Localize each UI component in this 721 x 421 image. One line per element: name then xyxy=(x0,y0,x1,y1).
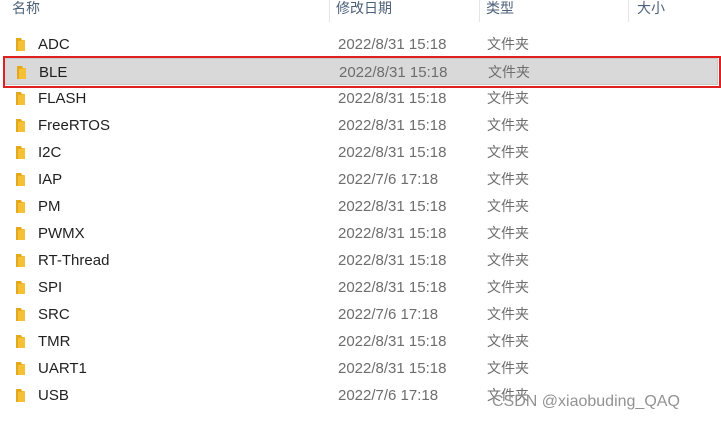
file-row[interactable]: UART1 2022/8/31 15:18 文件夹 xyxy=(4,355,718,382)
folder-icon xyxy=(16,389,25,402)
file-date-modified: 2022/7/6 17:18 xyxy=(338,387,439,404)
file-date-modified: 2022/8/31 15:18 xyxy=(338,90,447,107)
file-date-modified: 2022/8/31 15:18 xyxy=(338,225,447,242)
file-type: 文件夹 xyxy=(487,252,529,268)
file-type: 文件夹 xyxy=(488,64,530,80)
file-name[interactable]: ADC xyxy=(38,36,70,53)
file-row[interactable]: SPI 2022/8/31 15:18 文件夹 xyxy=(4,274,718,301)
folder-icon xyxy=(16,119,25,132)
file-type: 文件夹 xyxy=(487,36,529,52)
column-header-size[interactable]: 大小 xyxy=(628,0,721,22)
file-date-modified: 2022/8/31 15:18 xyxy=(338,333,447,350)
file-date-modified: 2022/8/31 15:18 xyxy=(338,198,447,215)
folder-icon xyxy=(16,200,25,213)
file-name[interactable]: PWMX xyxy=(38,225,85,242)
file-row[interactable]: SRC 2022/7/6 17:18 文件夹 xyxy=(4,301,718,328)
file-row[interactable]: TMR 2022/8/31 15:18 文件夹 xyxy=(4,328,718,355)
file-type: 文件夹 xyxy=(487,225,529,241)
file-name[interactable]: IAP xyxy=(38,171,62,188)
file-name[interactable]: PM xyxy=(38,198,61,215)
file-row[interactable]: PWMX 2022/8/31 15:18 文件夹 xyxy=(4,220,718,247)
file-name[interactable]: FLASH xyxy=(38,90,86,107)
file-date-modified: 2022/8/31 15:18 xyxy=(338,360,447,377)
file-type: 文件夹 xyxy=(487,171,529,187)
folder-icon xyxy=(16,281,25,294)
file-type: 文件夹 xyxy=(487,198,529,214)
file-date-modified: 2022/8/31 15:18 xyxy=(338,117,447,134)
file-name[interactable]: UART1 xyxy=(38,360,87,377)
file-type: 文件夹 xyxy=(487,306,529,322)
file-row[interactable]: FLASH 2022/8/31 15:18 文件夹 xyxy=(4,85,718,112)
file-type: 文件夹 xyxy=(487,117,529,133)
file-name[interactable]: USB xyxy=(38,387,69,404)
file-type: 文件夹 xyxy=(487,279,529,295)
file-row[interactable]: ADC 2022/8/31 15:18 文件夹 xyxy=(4,31,718,58)
file-row[interactable]: FreeRTOS 2022/8/31 15:18 文件夹 xyxy=(4,112,718,139)
file-date-modified: 2022/7/6 17:18 xyxy=(338,306,439,323)
column-header-type[interactable]: 类型 xyxy=(479,0,628,22)
column-header-bar: 名称 修改日期 类型 大小 xyxy=(0,0,721,22)
folder-icon xyxy=(16,92,25,105)
column-header-name[interactable]: 名称 xyxy=(4,0,328,22)
folder-icon xyxy=(17,66,26,79)
file-row[interactable]: I2C 2022/8/31 15:18 文件夹 xyxy=(4,139,718,166)
folder-icon xyxy=(16,362,25,375)
file-row[interactable]: USB 2022/7/6 17:18 文件夹 xyxy=(4,382,718,409)
file-type: 文件夹 xyxy=(487,333,529,349)
file-date-modified: 2022/8/31 15:18 xyxy=(338,36,447,53)
file-date-modified: 2022/8/31 15:18 xyxy=(338,279,447,296)
file-name[interactable]: SPI xyxy=(38,279,62,296)
file-name[interactable]: SRC xyxy=(38,306,70,323)
column-header-date-modified[interactable]: 修改日期 xyxy=(329,0,479,22)
file-type: 文件夹 xyxy=(487,360,529,376)
file-row[interactable]: PM 2022/8/31 15:18 文件夹 xyxy=(4,193,718,220)
folder-icon xyxy=(16,254,25,267)
folder-icon xyxy=(16,308,25,321)
file-name[interactable]: FreeRTOS xyxy=(38,117,110,134)
file-name[interactable]: RT-Thread xyxy=(38,252,109,269)
file-date-modified: 2022/8/31 15:18 xyxy=(338,252,447,269)
file-name[interactable]: I2C xyxy=(38,144,61,161)
file-row[interactable]: BLE 2022/8/31 15:18 文件夹 xyxy=(4,58,718,85)
file-type: 文件夹 xyxy=(487,90,529,106)
file-name[interactable]: BLE xyxy=(39,64,67,81)
folder-icon xyxy=(16,173,25,186)
file-type: 文件夹 xyxy=(487,387,529,403)
folder-icon xyxy=(16,38,25,51)
folder-icon xyxy=(16,227,25,240)
file-date-modified: 2022/7/6 17:18 xyxy=(338,171,439,188)
file-date-modified: 2022/8/31 15:18 xyxy=(339,64,448,81)
file-date-modified: 2022/8/31 15:18 xyxy=(338,144,447,161)
file-type: 文件夹 xyxy=(487,144,529,160)
file-row[interactable]: IAP 2022/7/6 17:18 文件夹 xyxy=(4,166,718,193)
folder-icon xyxy=(16,335,25,348)
file-row[interactable]: RT-Thread 2022/8/31 15:18 文件夹 xyxy=(4,247,718,274)
file-name[interactable]: TMR xyxy=(38,333,71,350)
folder-icon xyxy=(16,146,25,159)
